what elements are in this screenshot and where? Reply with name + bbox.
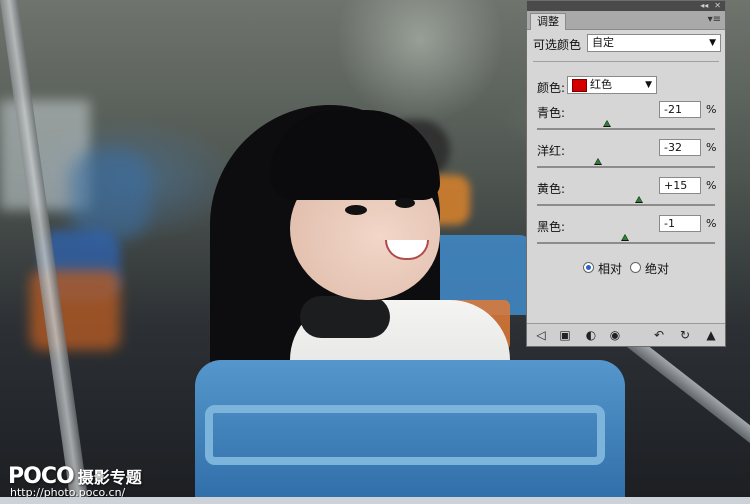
watermark-subtitle: 摄影专题 — [77, 468, 142, 487]
slider-track[interactable] — [537, 204, 715, 206]
slider-cyan: 青色: -21 % — [537, 101, 717, 137]
percent-unit: % — [706, 179, 717, 192]
layer-visibility-circle-icon[interactable]: ◐ — [583, 327, 599, 343]
colors-label: 颜色: — [537, 81, 566, 95]
colors-dropdown[interactable]: 红色 ▼ — [567, 76, 657, 94]
seat-handle-rail — [205, 405, 605, 465]
taskbar-strip — [0, 497, 750, 504]
yellow-value-input[interactable]: +15 — [659, 177, 701, 194]
percent-unit: % — [706, 103, 717, 116]
panel-menu-icon[interactable]: ▾≡ — [708, 13, 721, 27]
percent-unit: % — [706, 217, 717, 230]
clip-to-layer-icon[interactable]: ▣ — [557, 327, 573, 343]
slider-label: 青色: — [537, 106, 566, 120]
panel-bottom-toolbar: ◁ ▣ ◐ ◉ ↶ ↻ ▲ — [527, 323, 725, 346]
subject-eye-left — [345, 205, 367, 215]
trash-icon[interactable]: ▲ — [703, 327, 719, 343]
slider-black: 黑色: -1 % — [537, 215, 717, 251]
close-panel-icon[interactable]: ✕ — [714, 1, 721, 11]
collapse-panel-icon[interactable]: ◂◂ — [700, 1, 708, 11]
panel-titlebar: ◂◂ ✕ — [527, 1, 725, 11]
panel-tabbar: 调整 ▾≡ — [527, 11, 725, 30]
slider-label: 黄色: — [537, 182, 566, 196]
eye-icon[interactable]: ◉ — [607, 327, 623, 343]
colors-value: 红色 — [590, 78, 612, 91]
view-previous-icon[interactable]: ↶ — [651, 327, 667, 343]
adjustments-panel: ◂◂ ✕ 调整 ▾≡ 可选颜色 自定 ▼ 颜色: 红色 ▼ 青色: -21 % … — [526, 0, 726, 347]
chevron-down-icon: ▼ — [709, 38, 716, 48]
chevron-down-icon: ▼ — [645, 80, 652, 90]
slider-thumb[interactable] — [621, 234, 630, 241]
tab-adjustments[interactable]: 调整 — [530, 13, 566, 30]
magenta-value-input[interactable]: -32 — [659, 139, 701, 156]
slider-label: 黑色: — [537, 220, 566, 234]
percent-unit: % — [706, 141, 717, 154]
slider-thumb[interactable] — [593, 158, 602, 165]
back-arrow-icon[interactable]: ◁ — [533, 327, 549, 343]
slider-track[interactable] — [537, 242, 715, 244]
slider-track[interactable] — [537, 128, 715, 130]
divider — [533, 61, 719, 62]
background-passenger — [70, 150, 150, 240]
relative-radio[interactable] — [583, 262, 594, 273]
reset-icon[interactable]: ↻ — [677, 327, 693, 343]
cyan-value-input[interactable]: -21 — [659, 101, 701, 118]
slider-thumb[interactable] — [603, 120, 612, 127]
subject-collar — [300, 296, 390, 338]
method-radio-group: 相对 绝对 — [583, 260, 723, 278]
red-color-swatch — [572, 79, 587, 92]
slider-thumb[interactable] — [635, 196, 644, 203]
preset-dropdown[interactable]: 自定 ▼ — [587, 34, 721, 52]
slider-magenta: 洋红: -32 % — [537, 139, 717, 175]
preset-value: 自定 — [592, 36, 614, 49]
slider-track[interactable] — [537, 166, 715, 168]
preset-label: 可选颜色 — [533, 38, 582, 52]
subject-eye-right — [395, 198, 415, 208]
slider-label: 洋红: — [537, 144, 566, 158]
black-value-input[interactable]: -1 — [659, 215, 701, 232]
absolute-label[interactable]: 绝对 — [645, 260, 669, 277]
absolute-radio[interactable] — [630, 262, 641, 273]
preset-row: 可选颜色 自定 ▼ — [533, 34, 721, 54]
slider-yellow: 黄色: +15 % — [537, 177, 717, 213]
colors-row: 颜色: 红色 ▼ — [537, 76, 717, 96]
relative-label[interactable]: 相对 — [598, 260, 622, 277]
